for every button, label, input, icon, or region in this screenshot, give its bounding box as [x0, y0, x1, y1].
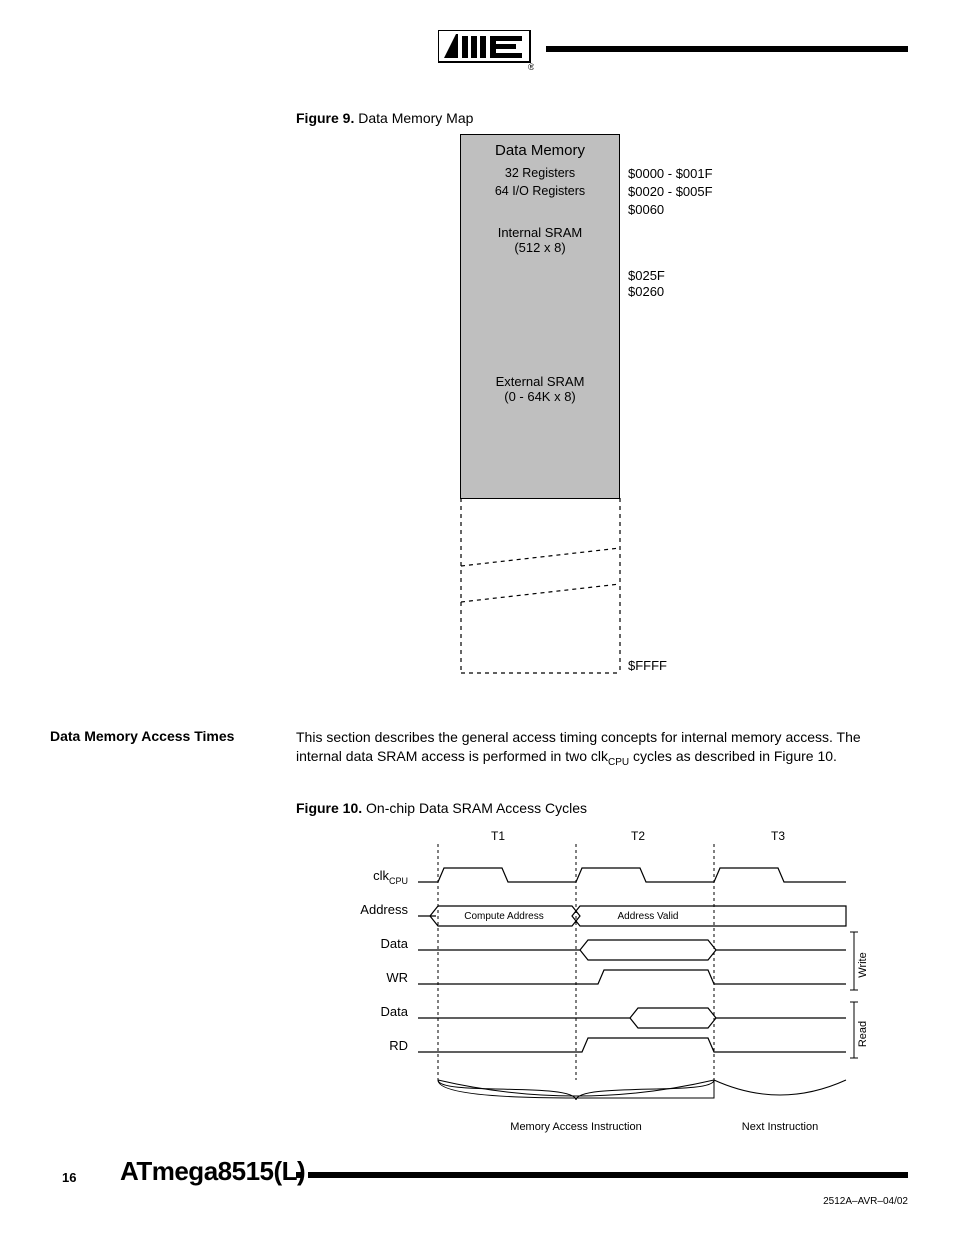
clk-label: clkCPU: [373, 868, 408, 886]
compute-address-text: Compute Address: [464, 911, 544, 922]
figure10-caption: Figure 10. On-chip Data SRAM Access Cycl…: [296, 800, 587, 816]
footer-rule: [308, 1172, 908, 1178]
read-side-label: Read: [857, 1021, 869, 1047]
data-read-label: Data: [381, 1004, 409, 1019]
section-body-sub: CPU: [608, 757, 629, 768]
figure10-caption-text: On-chip Data SRAM Access Cycles: [366, 800, 587, 816]
addr-isram-start: $0060: [628, 202, 664, 217]
section-body-access-times: This section describes the general acces…: [296, 728, 908, 769]
figure10-label: Figure 10.: [296, 800, 362, 816]
wr-label: WR: [386, 970, 408, 985]
memmap-title: Data Memory: [460, 134, 620, 166]
t1-label: T1: [491, 830, 505, 843]
memmap-external-sram: External SRAM (0 - 64K x 8): [460, 280, 620, 499]
t2-label: T2: [631, 830, 645, 843]
addr-end: $FFFF: [628, 658, 667, 673]
section-heading-access-times: Data Memory Access Times: [50, 728, 234, 744]
addr-reg32: $0000 - $001F: [628, 166, 713, 181]
rd-label: RD: [389, 1038, 408, 1053]
mem-instr-text: Memory Access Instruction: [510, 1121, 641, 1133]
chip-name: ATmega8515(L): [120, 1156, 305, 1187]
memmap-reg64: 64 I/O Registers: [460, 182, 620, 201]
addr-reg64: $0020 - $005F: [628, 184, 713, 199]
figure9-caption-text: Data Memory Map: [358, 110, 473, 126]
write-side-label: Write: [857, 952, 869, 977]
figure9-label: Figure 9.: [296, 110, 354, 126]
address-label: Address: [360, 902, 408, 917]
memmap-tear: [460, 498, 622, 673]
figure9-caption: Figure 9. Data Memory Map: [296, 110, 473, 126]
addr-esram-start: $0260: [628, 284, 664, 299]
addr-isram-end: $025F: [628, 268, 665, 283]
footer-dot: [296, 1172, 302, 1178]
address-valid-text: Address Valid: [618, 911, 679, 922]
memmap-internal-sram: Internal SRAM (512 x 8): [460, 200, 620, 281]
t3-label: T3: [771, 830, 785, 843]
header-rule: [546, 46, 908, 52]
memmap-isram-l2: (512 x 8): [514, 240, 565, 255]
page-number: 16: [62, 1170, 76, 1185]
timing-diagram: T1 T2 T3 clkCPU Address Data WR Data RD …: [348, 830, 888, 1140]
data-write-label: Data: [381, 936, 409, 951]
next-instr-text: Next Instruction: [742, 1121, 818, 1133]
memmap-isram-l1: Internal SRAM: [498, 225, 583, 240]
atmel-logo: ®: [438, 30, 534, 70]
document-id: 2512A–AVR–04/02: [823, 1196, 908, 1207]
section-body-post: cycles as described in Figure 10.: [629, 748, 837, 764]
memmap-esram-l1: External SRAM: [496, 374, 585, 389]
memmap-reg32: 32 Registers: [460, 164, 620, 183]
svg-text:®: ®: [528, 62, 534, 70]
memmap-esram-l2: (0 - 64K x 8): [504, 389, 576, 404]
